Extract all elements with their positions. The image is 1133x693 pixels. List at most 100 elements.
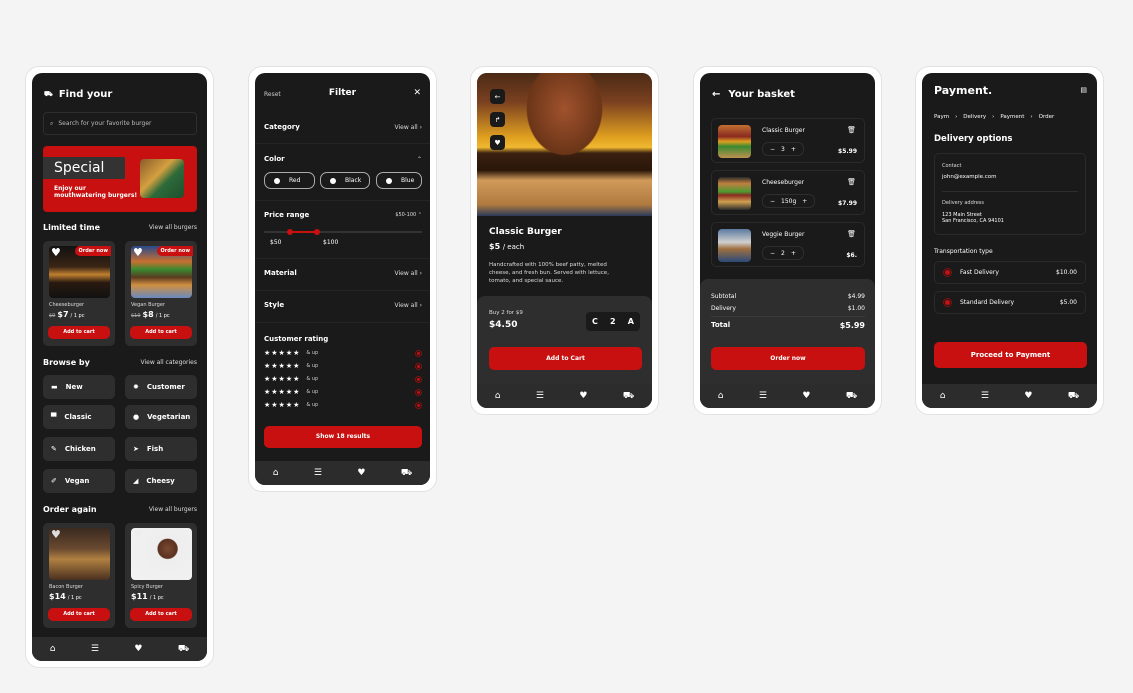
increment-button[interactable]: A bbox=[628, 317, 634, 326]
list-icon[interactable]: ☰ bbox=[91, 644, 99, 654]
card-icon[interactable]: ▤ bbox=[1080, 86, 1087, 94]
breadcrumb-item[interactable]: Payment bbox=[1000, 114, 1024, 120]
minus-icon[interactable]: − bbox=[770, 250, 775, 257]
category-chicken[interactable]: ✎ Chicken bbox=[43, 437, 115, 461]
list-icon[interactable]: ☰ bbox=[314, 468, 322, 478]
view-all-link[interactable]: View all › bbox=[395, 302, 422, 309]
plus-icon[interactable]: + bbox=[802, 198, 807, 205]
proceed-to-payment-button[interactable]: Proceed to Payment bbox=[934, 342, 1087, 368]
color-chip-black[interactable]: Black bbox=[320, 172, 370, 189]
price-slider-track[interactable] bbox=[264, 229, 422, 235]
view-all-categories-link[interactable]: View all categories bbox=[140, 359, 197, 366]
radio-button[interactable] bbox=[415, 401, 422, 409]
trash-icon[interactable]: 🗑 bbox=[847, 230, 856, 238]
view-all-link[interactable]: View all › bbox=[395, 270, 422, 277]
filter-material[interactable]: Material View all › bbox=[264, 269, 422, 277]
category-vegetarian[interactable]: ● Vegetarian bbox=[125, 405, 197, 429]
radio-button[interactable] bbox=[415, 375, 422, 383]
radio-button[interactable] bbox=[415, 349, 422, 357]
breadcrumb-item[interactable]: Order bbox=[1039, 114, 1055, 120]
fast-delivery-option[interactable]: Fast Delivery $10.00 bbox=[934, 261, 1086, 284]
list-icon[interactable]: ☰ bbox=[981, 391, 989, 401]
color-chip-blue[interactable]: Blue bbox=[376, 172, 422, 189]
minus-icon[interactable]: − bbox=[770, 198, 775, 205]
add-to-cart-button[interactable]: Add to cart bbox=[48, 608, 110, 621]
back-arrow-icon[interactable]: ← bbox=[712, 89, 720, 100]
close-icon[interactable]: ✕ bbox=[413, 88, 421, 98]
basket-icon[interactable]: ⛟ bbox=[623, 391, 634, 402]
quantity-stepper[interactable]: −150g + bbox=[762, 194, 816, 208]
category-fish[interactable]: ➤ Fish bbox=[125, 437, 197, 461]
rating-option[interactable]: ★★★★★ & up bbox=[264, 388, 422, 396]
category-vegan[interactable]: ✐ Vegan bbox=[43, 469, 115, 493]
home-icon[interactable]: ⌂ bbox=[273, 468, 279, 478]
order-now-badge[interactable]: Order now bbox=[75, 246, 111, 256]
filter-color[interactable]: Color ⌃ bbox=[264, 155, 422, 163]
list-icon[interactable]: ☰ bbox=[759, 391, 767, 401]
order-now-badge[interactable]: Order now bbox=[157, 246, 193, 256]
view-all-burgers-link[interactable]: View all burgers bbox=[149, 224, 197, 231]
home-icon[interactable]: ⌂ bbox=[718, 391, 724, 401]
basket-icon[interactable]: ⛟ bbox=[401, 468, 412, 479]
filter-category[interactable]: Category View all › bbox=[264, 123, 422, 131]
chevron-up-icon[interactable]: ⌃ bbox=[417, 156, 422, 163]
radio-button[interactable] bbox=[943, 268, 952, 277]
product-card[interactable]: ♥ Order now Vegan Burger $10 $8 / 1 pc A… bbox=[125, 241, 197, 346]
rating-option[interactable]: ★★★★★ & up bbox=[264, 401, 422, 409]
heart-icon[interactable]: ♥ bbox=[490, 135, 505, 150]
trash-icon[interactable]: 🗑 bbox=[847, 178, 856, 186]
quantity-stepper[interactable]: −2 + bbox=[762, 246, 804, 260]
price-slider-min-handle[interactable] bbox=[287, 229, 294, 235]
home-icon[interactable]: ⌂ bbox=[50, 644, 56, 654]
basket-icon[interactable]: ⛟ bbox=[1068, 391, 1079, 402]
rating-option[interactable]: ★★★★★ & up bbox=[264, 375, 422, 383]
contact-value[interactable]: john@example.com bbox=[942, 174, 997, 180]
heart-icon[interactable]: ♥ bbox=[51, 528, 61, 541]
heart-icon[interactable]: ♥ bbox=[133, 246, 143, 259]
category-classic[interactable]: ▀ Classic bbox=[43, 405, 115, 429]
plus-icon[interactable]: + bbox=[791, 250, 796, 257]
heart-icon[interactable]: ♥ bbox=[133, 528, 143, 541]
product-card[interactable]: ♥ Spicy Burger $11 / 1 pc Add to cart bbox=[125, 523, 197, 628]
category-customer[interactable]: ✹ Customer bbox=[125, 375, 197, 399]
color-chip-red[interactable]: Red bbox=[264, 172, 315, 189]
product-card[interactable]: ♥ Order now Cheeseburger $9 $7 / 1 pc Ad… bbox=[43, 241, 115, 346]
trash-icon[interactable]: 🗑 bbox=[847, 126, 856, 134]
breadcrumb-item[interactable]: Delivery bbox=[963, 114, 986, 120]
add-to-cart-button[interactable]: Add to Cart bbox=[489, 347, 642, 370]
price-slider-max-handle[interactable] bbox=[313, 229, 320, 235]
rating-option[interactable]: ★★★★★ & up bbox=[264, 362, 422, 370]
heart-icon[interactable]: ♥ bbox=[802, 391, 810, 401]
view-all-burgers-link[interactable]: View all burgers bbox=[149, 506, 197, 513]
breadcrumb-item[interactable]: Paym bbox=[934, 114, 949, 120]
add-to-cart-button[interactable]: Add to cart bbox=[48, 326, 110, 339]
heart-icon[interactable]: ♥ bbox=[51, 246, 61, 259]
list-icon[interactable]: ☰ bbox=[536, 391, 544, 401]
share-icon[interactable]: ↱ bbox=[490, 112, 505, 127]
add-to-cart-button[interactable]: Add to cart bbox=[130, 608, 192, 621]
product-card[interactable]: ♥ Bacon Burger $14 / 1 pc Add to cart bbox=[43, 523, 115, 628]
heart-icon[interactable]: ♥ bbox=[357, 468, 365, 478]
back-arrow-icon[interactable]: ← bbox=[490, 89, 505, 104]
category-cheesy[interactable]: ◢ Cheesy bbox=[125, 469, 197, 493]
quantity-stepper[interactable]: C 2 A bbox=[586, 312, 640, 331]
standard-delivery-option[interactable]: Standard Delivery $5.00 bbox=[934, 291, 1086, 314]
plus-icon[interactable]: + bbox=[791, 146, 796, 153]
filter-price[interactable]: Price range $50-100 ⌃ bbox=[264, 211, 422, 219]
radio-button[interactable] bbox=[415, 388, 422, 396]
show-results-button[interactable]: Show 18 results bbox=[264, 426, 422, 448]
view-all-link[interactable]: View all › bbox=[395, 124, 422, 131]
radio-button[interactable] bbox=[943, 298, 952, 307]
heart-icon[interactable]: ♥ bbox=[134, 644, 142, 654]
basket-icon[interactable]: ⛟ bbox=[846, 391, 857, 402]
heart-icon[interactable]: ♥ bbox=[1024, 391, 1032, 401]
home-icon[interactable]: ⌂ bbox=[495, 391, 501, 401]
basket-icon[interactable]: ⛟ bbox=[178, 644, 189, 655]
heart-icon[interactable]: ♥ bbox=[579, 391, 587, 401]
minus-icon[interactable]: − bbox=[770, 146, 775, 153]
home-icon[interactable]: ⌂ bbox=[940, 391, 946, 401]
decrement-button[interactable]: C bbox=[592, 317, 598, 326]
rating-option[interactable]: ★★★★★ & up bbox=[264, 349, 422, 357]
search-input[interactable]: ⌕ Search for your favorite burger bbox=[43, 112, 197, 135]
filter-style[interactable]: Style View all › bbox=[264, 301, 422, 309]
